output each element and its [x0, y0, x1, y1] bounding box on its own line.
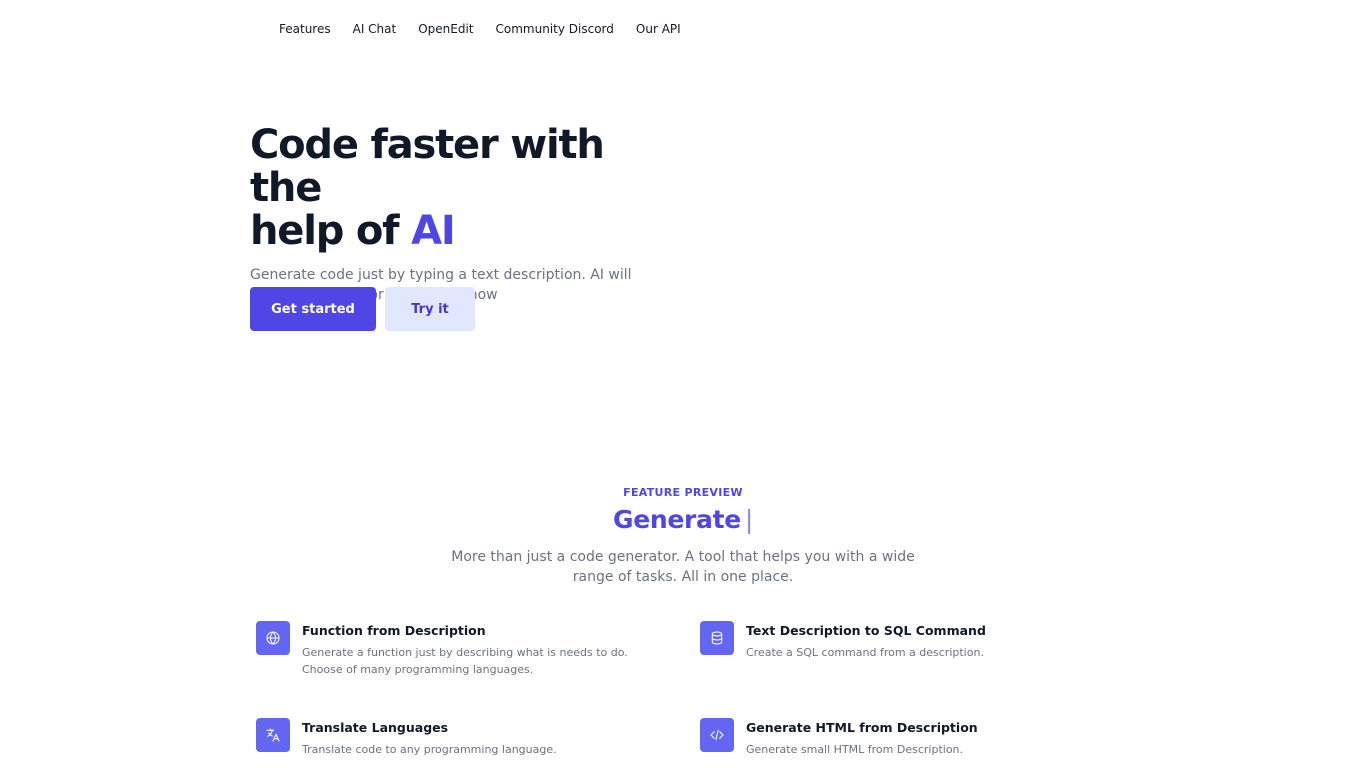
- hero-buttons: Get started Try it: [250, 287, 475, 331]
- features-title-text: Generate: [612, 505, 741, 534]
- globe-icon: [256, 621, 290, 655]
- hero-section: Code faster with the help of AI Generate…: [250, 124, 670, 305]
- feature-title: Translate Languages: [302, 720, 449, 735]
- database-icon: [700, 621, 734, 655]
- feature-text: Generate HTML from Description Generate …: [746, 720, 978, 758]
- hero-title: Code faster with the help of AI: [250, 124, 670, 253]
- features-description-wrap: More than just a code generator. A tool …: [0, 547, 1366, 587]
- feature-text: Text Description to SQL Command Create a…: [746, 623, 986, 661]
- feature-item-html: Generate HTML from Description Generate …: [700, 718, 1100, 758]
- hero-title-line1: Code faster with the: [250, 122, 605, 211]
- feature-description: Create a SQL command from a description.: [746, 646, 984, 659]
- nav-community-discord[interactable]: Community Discord: [496, 22, 614, 36]
- feature-description: Generate a function just by describing w…: [302, 646, 628, 676]
- hero-title-accent: AI: [411, 208, 456, 254]
- feature-item-translate: Translate Languages Translate code to an…: [256, 718, 666, 758]
- features-eyebrow: FEATURE PREVIEW: [623, 486, 743, 499]
- nav-ai-chat[interactable]: AI Chat: [353, 22, 397, 36]
- code-icon: [700, 718, 734, 752]
- feature-description: Generate small HTML from Description.: [746, 743, 964, 756]
- feature-item-sql: Text Description to SQL Command Create a…: [700, 621, 1100, 661]
- feature-item-function: Function from Description Generate a fun…: [256, 621, 666, 678]
- translate-icon: [256, 718, 290, 752]
- features-title: Generate |: [0, 505, 1366, 534]
- typing-cursor: |: [744, 505, 754, 534]
- nav-openedit[interactable]: OpenEdit: [418, 22, 473, 36]
- feature-description: Translate code to any programming langua…: [302, 743, 557, 756]
- hero-title-line2: help of: [250, 208, 412, 254]
- feature-title: Text Description to SQL Command: [746, 623, 986, 638]
- nav-features[interactable]: Features: [279, 22, 331, 36]
- nav-our-api[interactable]: Our API: [636, 22, 681, 36]
- features-description: More than just a code generator. A tool …: [451, 549, 915, 585]
- feature-title: Generate HTML from Description: [746, 720, 978, 735]
- get-started-button[interactable]: Get started: [250, 287, 376, 331]
- feature-title: Function from Description: [302, 623, 486, 638]
- feature-text: Function from Description Generate a fun…: [302, 623, 666, 678]
- try-it-button[interactable]: Try it: [385, 287, 475, 331]
- top-nav: Features AI Chat OpenEdit Community Disc…: [279, 22, 681, 36]
- feature-text: Translate Languages Translate code to an…: [302, 720, 557, 758]
